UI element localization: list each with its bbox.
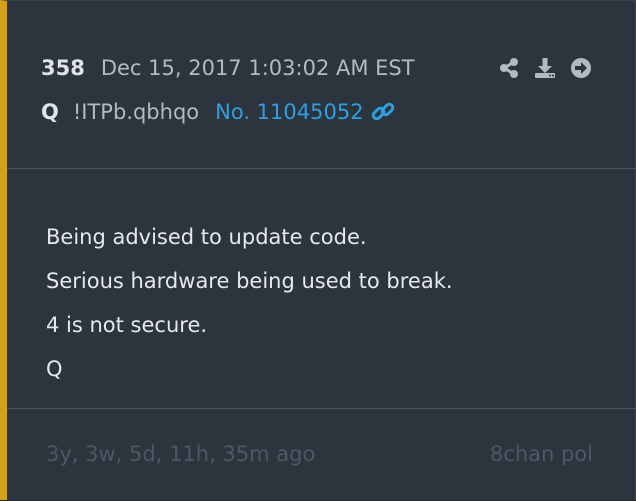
share-icon[interactable] — [498, 57, 520, 79]
post-number: 358 — [41, 56, 85, 80]
message-line: 4 is not secure. — [46, 313, 208, 337]
post-footer: 3y, 3w, 5d, 11h, 35m ago 8chan pol — [7, 409, 636, 501]
post-number-link-label[interactable]: No. 11045052 — [215, 100, 363, 124]
message-line: Being advised to update code. — [46, 225, 367, 249]
post-header: 358 Dec 15, 2017 1:03:02 AM EST Q !ITPb.… — [7, 1, 636, 169]
post-date: Dec 15, 2017 1:03:02 AM EST — [100, 56, 415, 80]
arrow-right-circle-icon[interactable] — [570, 57, 592, 79]
post-body: Being advised to update code. Serious ha… — [7, 169, 636, 409]
post-message: Being advised to update code. Serious ha… — [46, 215, 453, 391]
post-meta-row: 358 Dec 15, 2017 1:03:02 AM EST — [41, 53, 415, 83]
download-icon[interactable] — [534, 57, 556, 79]
poster-name: Q — [41, 100, 59, 124]
post-actions — [498, 53, 592, 83]
message-line: Q — [46, 357, 63, 381]
post-source: 8chan pol — [489, 442, 593, 466]
link-icon[interactable] — [370, 100, 396, 124]
tripcode: !ITPb.qbhqo — [72, 100, 200, 124]
post-card: 358 Dec 15, 2017 1:03:02 AM EST Q !ITPb.… — [0, 0, 636, 500]
poster-row: Q !ITPb.qbhqo No. 11045052 — [41, 97, 396, 127]
time-ago: 3y, 3w, 5d, 11h, 35m ago — [46, 442, 316, 466]
message-line: Serious hardware being used to break. — [46, 269, 453, 293]
post-number-link[interactable]: No. 11045052 — [215, 100, 395, 124]
